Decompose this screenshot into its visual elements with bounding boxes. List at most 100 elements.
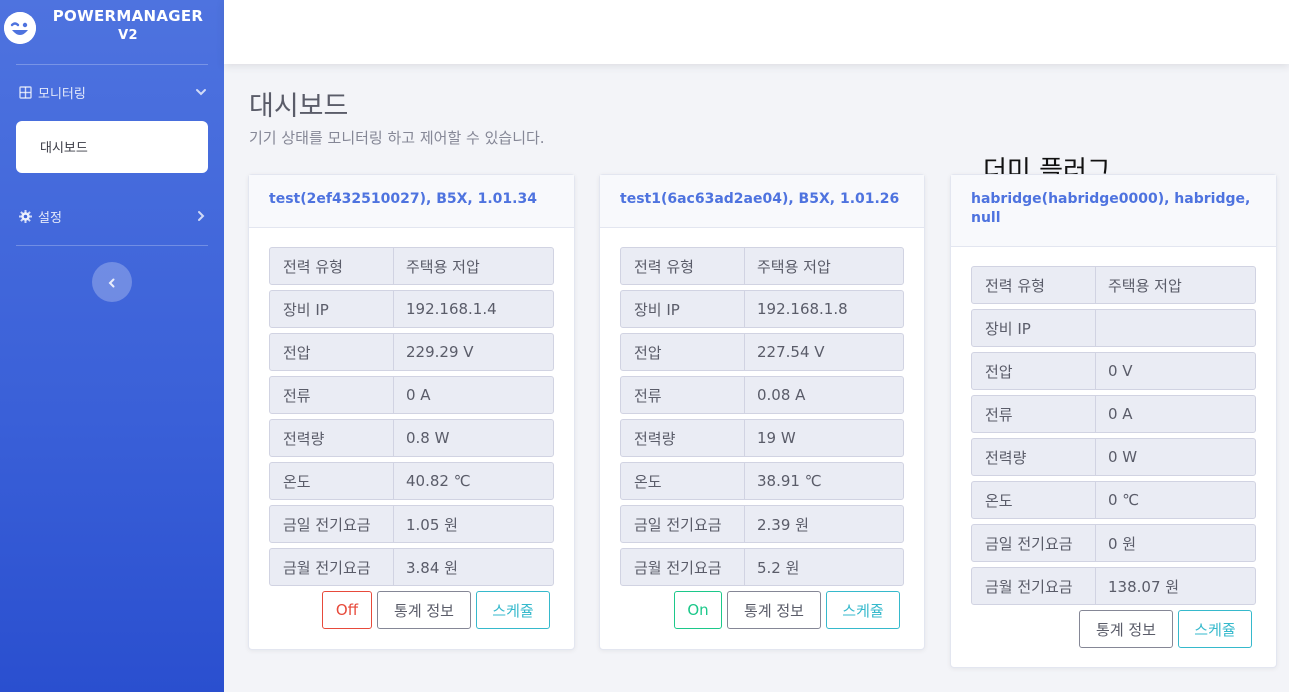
sidebar-item-label: 모니터링 (38, 86, 86, 102)
sidebar-divider (16, 245, 208, 246)
table-row: 전류 0 A (971, 395, 1256, 433)
row-label: 전력량 (621, 420, 745, 456)
table-row: 전력 유형 주택용 저압 (269, 247, 554, 285)
chevron-left-icon (107, 273, 117, 292)
sidebar-toggle-button[interactable] (92, 262, 132, 302)
row-label: 금월 전기요금 (972, 568, 1096, 604)
table-row: 전류 0.08 A (620, 376, 904, 414)
table-row: 전력 유형 주택용 저압 (971, 266, 1256, 304)
device-info-table: 전력 유형 주택용 저압 장비 IP 192.168.1.4 전압 229.29 V … (269, 247, 554, 591)
table-row: 금일 전기요금 0 원 (971, 524, 1256, 562)
row-value: 2.39 원 (757, 515, 809, 534)
table-row: 전압 0 V (971, 352, 1256, 390)
row-value: 주택용 저압 (757, 257, 831, 276)
row-value: 40.82 ℃ (406, 472, 471, 490)
row-label: 금월 전기요금 (621, 549, 745, 585)
topbar (224, 0, 1289, 64)
cog-icon (18, 209, 32, 223)
row-value: 227.54 V (757, 343, 825, 361)
table-row: 금일 전기요금 1.05 원 (269, 505, 554, 543)
table-row: 금일 전기요금 2.39 원 (620, 505, 904, 543)
device-card-header: test1(6ac63ad2ae04), B5X, 1.01.26 (600, 175, 924, 228)
power-toggle-button[interactable]: Off (322, 591, 372, 629)
table-row: 장비 IP 192.168.1.4 (269, 290, 554, 328)
sidebar-item-settings[interactable]: 설정 (16, 204, 208, 228)
statistics-button[interactable]: 통계 정보 (377, 591, 471, 629)
row-value: 192.168.1.4 (406, 300, 497, 318)
device-card: test1(6ac63ad2ae04), B5X, 1.01.26 전력 유형 주… (599, 174, 925, 650)
row-value: 19 W (757, 429, 796, 447)
device-actions: Off 통계 정보 스케쥴 (322, 591, 550, 629)
row-label: 온도 (270, 463, 394, 499)
device-actions: On 통계 정보 스케쥴 (674, 591, 900, 629)
submenu-item-dashboard[interactable]: 대시보드 (40, 137, 88, 156)
table-row: 전류 0 A (269, 376, 554, 414)
brand[interactable]: POWERMANAGER V2 (0, 0, 224, 64)
row-label: 전류 (621, 377, 745, 413)
row-label: 전압 (621, 334, 745, 370)
brand-name: POWERMANAGER V2 (40, 6, 216, 46)
table-row: 전압 229.29 V (269, 333, 554, 371)
sidebar: POWERMANAGER V2 모니터링 대시보드 설정 (0, 0, 224, 692)
schedule-button[interactable]: 스케쥴 (1178, 610, 1252, 648)
row-label: 장비 IP (621, 291, 745, 327)
row-value: 0 원 (1108, 534, 1137, 553)
table-row: 금월 전기요금 5.2 원 (620, 548, 904, 586)
schedule-button[interactable]: 스케쥴 (826, 591, 900, 629)
page-subtitle: 기기 상태를 모니터링 하고 제어할 수 있습니다. (249, 129, 545, 147)
table-row: 장비 IP 192.168.1.8 (620, 290, 904, 328)
device-card: habridge(habridge0000), habridge, null 전… (950, 174, 1277, 668)
device-info-table: 전력 유형 주택용 저압 장비 IP 전압 0 V 전류 0 A 전력량 0 W 온도 0… (971, 266, 1256, 610)
row-label: 장비 IP (270, 291, 394, 327)
row-label: 장비 IP (972, 310, 1096, 346)
table-row: 전력 유형 주택용 저압 (620, 247, 904, 285)
chevron-down-icon (194, 85, 208, 99)
laugh-wink-icon (4, 12, 36, 44)
table-row: 금월 전기요금 138.07 원 (971, 567, 1256, 605)
row-label: 온도 (972, 482, 1096, 518)
row-value: 0.08 A (757, 386, 806, 404)
row-label: 전압 (972, 353, 1096, 389)
brand-name-line2: V2 (118, 28, 138, 43)
sidebar-divider (16, 64, 208, 65)
row-value: 0.8 W (406, 429, 450, 447)
device-actions: 통계 정보 스케쥴 (1079, 610, 1252, 648)
brand-name-line1: POWERMANAGER (52, 7, 204, 25)
table-row: 장비 IP (971, 309, 1256, 347)
power-toggle-button[interactable]: On (674, 591, 722, 629)
row-value: 3.84 원 (406, 558, 458, 577)
row-value: 주택용 저압 (406, 257, 480, 276)
row-value: 0 A (1108, 405, 1133, 423)
table-row: 전력량 19 W (620, 419, 904, 457)
row-label: 금일 전기요금 (270, 506, 394, 542)
device-card: test(2ef432510027), B5X, 1.01.34 전력 유형 주택… (248, 174, 575, 650)
row-value: 1.05 원 (406, 515, 458, 534)
row-value: 0 W (1108, 448, 1138, 466)
row-value (1096, 310, 1255, 346)
row-value: 229.29 V (406, 343, 474, 361)
device-card-header: test(2ef432510027), B5X, 1.01.34 (249, 175, 574, 228)
table-row: 온도 38.91 ℃ (620, 462, 904, 500)
table-row: 전압 227.54 V (620, 333, 904, 371)
row-label: 전력 유형 (270, 248, 394, 284)
schedule-button[interactable]: 스케쥴 (476, 591, 550, 629)
statistics-button[interactable]: 통계 정보 (727, 591, 821, 629)
page-title: 대시보드 (249, 91, 349, 122)
row-value: 0 V (1108, 362, 1133, 380)
table-row: 금월 전기요금 3.84 원 (269, 548, 554, 586)
row-label: 전력량 (270, 420, 394, 456)
table-row: 전력량 0.8 W (269, 419, 554, 457)
row-value: 0 ℃ (1108, 491, 1140, 509)
device-card-header: habridge(habridge0000), habridge, null (951, 175, 1276, 247)
statistics-button[interactable]: 통계 정보 (1079, 610, 1173, 648)
row-label: 전류 (270, 377, 394, 413)
table-row: 온도 40.82 ℃ (269, 462, 554, 500)
device-info-table: 전력 유형 주택용 저압 장비 IP 192.168.1.8 전압 227.54 V … (620, 247, 904, 591)
row-value: 38.91 ℃ (757, 472, 822, 490)
sidebar-item-monitoring[interactable]: 모니터링 (16, 80, 208, 104)
row-value: 주택용 저압 (1108, 276, 1182, 295)
chevron-right-icon (194, 209, 208, 223)
row-value: 138.07 원 (1108, 577, 1180, 596)
grid-icon (18, 85, 32, 99)
row-label: 전력량 (972, 439, 1096, 475)
